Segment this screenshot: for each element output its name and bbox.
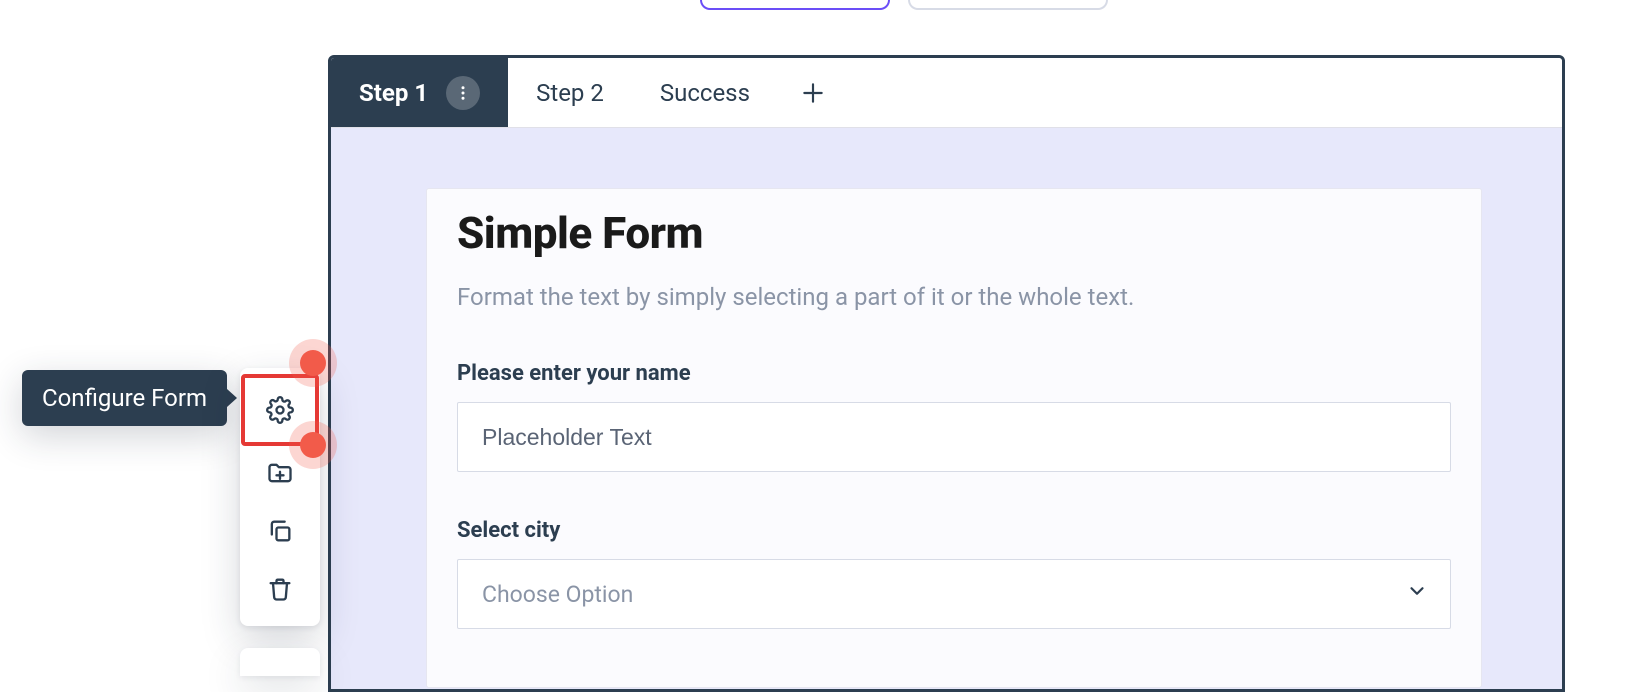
form-stage: Simple Form Format the text by simply se… [331, 128, 1562, 689]
city-select-placeholder: Choose Option [482, 581, 633, 608]
tab-label: Step 2 [536, 79, 604, 107]
top-button-secondary[interactable] [908, 0, 1108, 10]
tab-label: Success [660, 79, 750, 107]
duplicate-button[interactable] [248, 502, 312, 560]
trash-icon [266, 575, 294, 603]
highlight-pulse-top [300, 350, 326, 376]
folder-plus-icon [266, 459, 294, 487]
chevron-down-icon [1406, 580, 1428, 608]
tab-success[interactable]: Success [632, 58, 778, 127]
top-button-row [700, 0, 1108, 10]
name-field-label[interactable]: Please enter your name [457, 361, 1451, 386]
form-subtitle[interactable]: Format the text by simply selecting a pa… [457, 283, 1451, 311]
step-tabs: Step 1 Step 2 Success [331, 58, 1562, 128]
tab-more-menu[interactable] [446, 76, 480, 110]
city-select[interactable]: Choose Option [457, 559, 1451, 629]
form-editor-canvas: Step 1 Step 2 Success Simple Form Format… [328, 55, 1565, 692]
secondary-toolbar-stub [240, 648, 320, 676]
plus-icon [800, 80, 826, 106]
top-button-primary[interactable] [700, 0, 890, 10]
configure-form-tooltip: Configure Form [22, 370, 227, 426]
form-card[interactable]: Simple Form Format the text by simply se… [426, 188, 1482, 688]
delete-button[interactable] [248, 560, 312, 618]
add-tab-button[interactable] [778, 58, 848, 127]
form-title[interactable]: Simple Form [457, 207, 1451, 259]
tab-step-2[interactable]: Step 2 [508, 58, 632, 127]
form-action-toolbar [240, 368, 320, 626]
highlight-pulse-bottom [300, 432, 326, 458]
name-input[interactable] [457, 402, 1451, 472]
gear-icon [266, 396, 294, 424]
tab-step-1[interactable]: Step 1 [331, 58, 508, 127]
copy-icon [266, 517, 294, 545]
city-field-label[interactable]: Select city [457, 518, 1451, 543]
tab-label: Step 1 [359, 79, 428, 107]
more-vertical-icon [454, 84, 472, 102]
